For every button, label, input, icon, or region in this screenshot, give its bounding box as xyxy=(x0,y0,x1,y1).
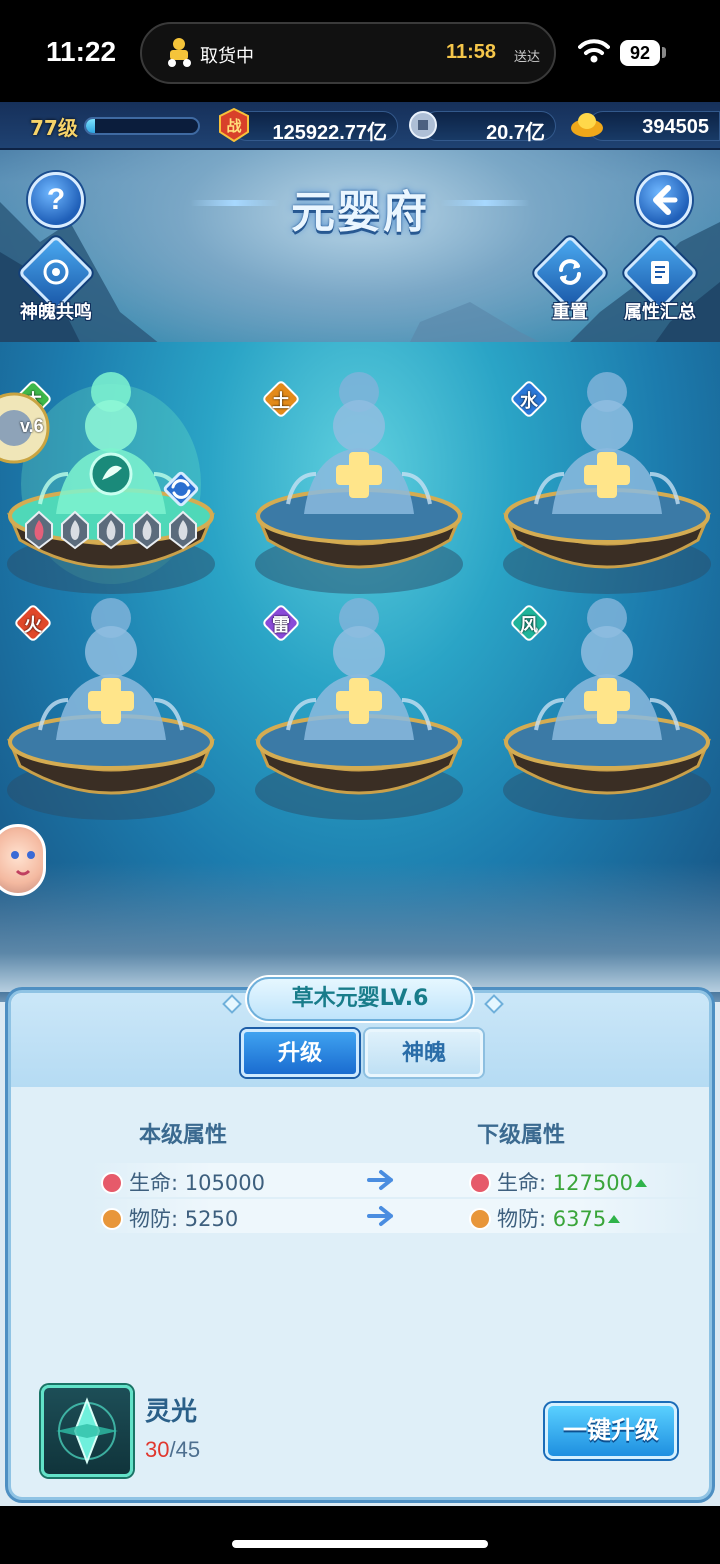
upgrade-panel: 草木元婴LV.6 升级 神魄 本级属性 下级属性 生命: 105000 生命: … xyxy=(8,977,712,1500)
attr-row-hp: 生命: 105000 生命: 127500 xyxy=(91,1163,701,1197)
title-banner: 元婴府 xyxy=(190,170,530,240)
current-attributes-header: 本级属性 xyxy=(139,1123,228,1148)
next-pdef: 物防: 6375 xyxy=(469,1203,621,1233)
spirit-crystal-icon xyxy=(56,1397,118,1465)
element-label: 雷 xyxy=(272,615,290,636)
reset-button[interactable]: 重置 xyxy=(526,234,614,338)
one-click-upgrade-button[interactable]: 一键升级 xyxy=(545,1403,677,1459)
player-level: 77级 xyxy=(30,116,78,140)
cloud-fog xyxy=(0,862,720,992)
current-pdef: 物防: 5250 xyxy=(101,1203,238,1233)
material-have: 30 xyxy=(145,1437,170,1462)
hp-label: 生命: xyxy=(129,1171,179,1195)
element-badge-6: 风 xyxy=(509,603,549,643)
element-label: 土 xyxy=(272,391,290,412)
heart-icon xyxy=(469,1172,491,1194)
silver-pill: 20.7亿 xyxy=(422,111,556,144)
helper-avatar[interactable] xyxy=(0,824,46,896)
home-indicator[interactable] xyxy=(232,1540,488,1548)
eta-label: 送达 xyxy=(513,50,540,65)
xp-bar-fill xyxy=(86,119,95,133)
flame-rank-icon xyxy=(133,510,161,550)
combat-power-pill: 125922.77亿 xyxy=(232,111,398,144)
live-activity-pill[interactable]: 取货中 11:58 送达 xyxy=(140,22,556,84)
summary-label: 属性汇总 xyxy=(624,302,696,323)
material-item-slot[interactable] xyxy=(41,1385,133,1477)
silver-coin-icon xyxy=(409,111,437,139)
heart-icon xyxy=(101,1172,123,1194)
resonance-button[interactable]: 神魄共鸣 xyxy=(12,234,100,338)
combat-power-value: 125922.77亿 xyxy=(272,122,387,144)
element-label: 火 xyxy=(24,615,42,636)
hp-next-value: 127500 xyxy=(552,1171,633,1195)
pdef-label: 物防: xyxy=(129,1207,179,1231)
book-icon xyxy=(651,261,669,284)
increase-arrow-icon xyxy=(634,1179,647,1187)
svg-text:战: 战 xyxy=(226,117,241,135)
gold-value: 394505 xyxy=(642,116,709,138)
tab-soul[interactable]: 神魄 xyxy=(365,1029,483,1077)
help-icon: ? xyxy=(46,183,66,216)
flame-rank-icon xyxy=(25,510,53,550)
refresh-icon xyxy=(559,259,581,285)
attr-row-pdef: 物防: 5250 物防: 6375 xyxy=(91,1199,701,1233)
element-badge-3: 水 xyxy=(509,379,549,419)
yuanying-name: 草木元婴LV.6 xyxy=(247,977,473,1021)
increase-arrow-icon xyxy=(608,1215,621,1223)
element-label: 风 xyxy=(520,615,538,636)
resonance-swirl-icon xyxy=(43,259,69,285)
element-badge-4: 火 xyxy=(13,603,53,643)
hp-current-value: 105000 xyxy=(184,1171,265,1195)
combat-power-icon: 战 xyxy=(219,108,249,142)
back-button[interactable] xyxy=(636,172,692,228)
pdef-arrow-icon xyxy=(367,1206,393,1226)
swap-button[interactable] xyxy=(160,468,202,510)
hp-arrow-icon xyxy=(367,1170,393,1190)
next-attributes-header: 下级属性 xyxy=(477,1123,566,1148)
help-button[interactable]: ? xyxy=(28,172,84,228)
summary-button[interactable]: 属性汇总 xyxy=(616,234,704,338)
flame-rank-icon xyxy=(169,510,197,550)
flame-rank-icon xyxy=(61,510,89,550)
side-level-text: v.6 xyxy=(20,416,44,436)
delivery-rider-icon xyxy=(168,38,191,67)
helper-face-icon xyxy=(11,851,35,876)
current-hp: 生命: 105000 xyxy=(101,1167,265,1197)
status-bar: 11:22 取货中 11:58 送达 92 xyxy=(0,0,720,102)
battery-tip xyxy=(662,47,666,58)
xp-bar xyxy=(84,117,200,135)
hp-label-next: 生命: xyxy=(497,1171,547,1195)
tab-upgrade[interactable]: 升级 xyxy=(241,1029,359,1077)
clock: 11:22 xyxy=(46,36,117,67)
star-rank-row xyxy=(22,510,202,550)
material-need: /45 xyxy=(169,1437,201,1462)
element-badge-5: 雷 xyxy=(261,603,301,643)
material-count: 30/45 xyxy=(145,1437,200,1463)
swap-icon xyxy=(163,471,199,507)
pdef-current-value: 5250 xyxy=(184,1207,239,1231)
next-hp: 生命: 127500 xyxy=(469,1167,647,1197)
shield-icon xyxy=(469,1208,491,1230)
pdef-next-value: 6375 xyxy=(552,1207,607,1231)
page-title: 元婴府 xyxy=(291,187,429,238)
wifi-icon xyxy=(578,39,610,63)
material-name: 灵光 xyxy=(145,1397,198,1427)
eta-time: 11:58 xyxy=(445,41,496,63)
shield-icon xyxy=(101,1208,123,1230)
pdef-label-next: 物防: xyxy=(497,1207,547,1231)
back-arrow-icon xyxy=(653,185,678,215)
activity-label: 取货中 xyxy=(200,46,254,67)
resource-bar: 77级 125922.77亿 战 20.7亿 394505 xyxy=(0,102,720,150)
element-label: 水 xyxy=(520,391,538,412)
battery-indicator: 92 xyxy=(620,40,660,66)
resonance-label: 神魄共鸣 xyxy=(20,302,92,323)
gold-ingot-icon xyxy=(571,113,603,137)
element-badge-2: 土 xyxy=(261,379,301,419)
silver-value: 20.7亿 xyxy=(486,122,545,144)
gold-pill: 394505 xyxy=(588,111,720,141)
side-level-badge[interactable]: v.6 xyxy=(0,392,56,464)
flame-rank-icon xyxy=(97,510,125,550)
